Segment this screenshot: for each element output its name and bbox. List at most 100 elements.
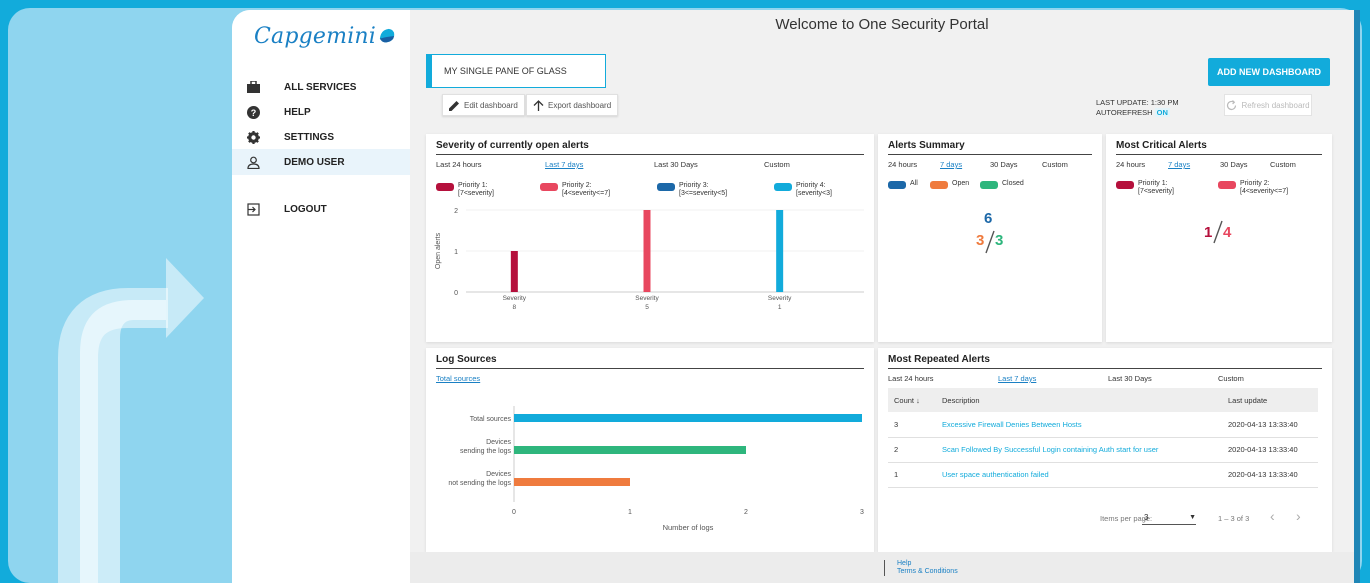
sidebar-item-all-services[interactable]: ALL SERVICES <box>232 74 410 100</box>
bar <box>776 210 784 292</box>
help-icon: ? <box>246 105 260 119</box>
column-label: Count <box>894 395 915 405</box>
cell-description[interactable]: Excessive Firewall Denies Between Hosts <box>936 412 1222 438</box>
filter-custom[interactable]: Custom <box>764 160 790 169</box>
critical-alerts-card: Most Critical Alerts 24 hours 7 days 30 … <box>1106 134 1332 342</box>
previous-page-icon[interactable]: ‹ <box>1270 508 1275 524</box>
next-page-icon[interactable]: › <box>1296 508 1301 524</box>
legend-label: All <box>910 180 918 187</box>
legend-swatch <box>980 181 998 189</box>
filter-last-7-days[interactable]: Last 7 days <box>545 160 583 169</box>
filter-24-hours[interactable]: 24 hours <box>888 160 917 169</box>
cell-description[interactable]: User space authentication failed <box>936 462 1222 488</box>
legend-priority-2[interactable]: Priority 2: [4<severity<=7] <box>1218 180 1288 196</box>
cell-last-update: 2020-04-13 13:33:40 <box>1222 462 1318 488</box>
sidebar-item-demo-user[interactable]: DEMO USER <box>232 149 410 175</box>
column-header-description[interactable]: Description <box>936 388 1222 412</box>
sidebar-item-settings[interactable]: SETTINGS <box>232 124 410 150</box>
cell-description[interactable]: Scan Followed By Successful Login contai… <box>936 437 1222 463</box>
sidebar-item-help[interactable]: ? HELP <box>232 99 410 125</box>
card-divider <box>1116 154 1322 155</box>
legend-swatch <box>930 181 948 189</box>
y-tick-label: 1 <box>454 249 458 256</box>
add-new-dashboard-button[interactable]: ADD NEW DASHBOARD <box>1208 58 1330 86</box>
legend-priority-1[interactable]: Priority 1: [7<severity] <box>436 182 494 198</box>
sidebar: Capgemini ALL SERVICES ? HELP SETTINGS D… <box>232 10 410 583</box>
main-content: Welcome to One Security Portal MY SINGLE… <box>410 10 1354 583</box>
all-alerts-count: 6 <box>984 210 993 227</box>
legend-closed[interactable]: Closed <box>980 180 1024 189</box>
autorefresh-toggle[interactable]: ON <box>1154 108 1170 117</box>
sidebar-item-logout[interactable]: LOGOUT <box>232 196 410 222</box>
column-header-last-update[interactable]: Last update <box>1222 388 1318 412</box>
filter-24-hours[interactable]: 24 hours <box>1116 160 1145 169</box>
x-tick-label: 3 <box>860 509 864 516</box>
filter-last-24-hours[interactable]: Last 24 hours <box>436 160 481 169</box>
dropdown-caret-icon: ▼ <box>1189 514 1196 521</box>
logo-text: Capgemini <box>254 24 377 49</box>
filter-custom[interactable]: Custom <box>1270 160 1296 169</box>
bar <box>514 478 630 486</box>
legend-open[interactable]: Open <box>930 180 969 189</box>
legend-label: Priority 2: <box>562 182 592 189</box>
legend-swatch <box>436 183 454 191</box>
filter-30-days[interactable]: 30 Days <box>1220 160 1248 169</box>
legend-priority-3[interactable]: Priority 3: [3<=severity<5] <box>657 182 727 198</box>
legend-priority-4[interactable]: Priority 4: [severity<3] <box>774 182 832 198</box>
table-row[interactable]: 1 User space authentication failed 2020-… <box>888 462 1318 488</box>
legend-range: [7<severity] <box>1138 188 1174 195</box>
briefcase-icon <box>246 80 260 94</box>
refresh-dashboard-button[interactable]: Refresh dashboard <box>1224 94 1312 116</box>
y-tick-label: 2 <box>454 208 458 215</box>
items-per-page-value: 3 <box>1144 513 1149 522</box>
bar <box>643 210 651 292</box>
capgemini-logo[interactable]: Capgemini <box>254 24 396 49</box>
refresh-icon <box>1227 99 1237 110</box>
x-tick-label: 0 <box>512 509 516 516</box>
legend-swatch <box>774 183 792 191</box>
legend-priority-1[interactable]: Priority 1: [7<severity] <box>1116 180 1174 196</box>
help-link[interactable]: Help <box>897 560 958 568</box>
cell-last-update: 2020-04-13 13:33:40 <box>1222 412 1318 438</box>
filter-7-days[interactable]: 7 days <box>940 160 962 169</box>
x-axis-label: Number of logs <box>663 523 714 532</box>
cell-count: 2 <box>888 437 936 463</box>
terms-link[interactable]: Terms & Conditions <box>897 568 958 576</box>
y-tick-label: Devices <box>486 439 511 446</box>
filter-7-days[interactable]: 7 days <box>1168 160 1190 169</box>
filter-last-30-days[interactable]: Last 30 Days <box>654 160 698 169</box>
alerts-summary-title: Alerts Summary <box>888 140 965 151</box>
legend-swatch <box>888 181 906 189</box>
column-header-count[interactable]: Count ↓ <box>888 388 936 412</box>
page-title: Welcome to One Security Portal <box>775 16 989 33</box>
card-divider <box>436 368 864 369</box>
export-dashboard-button[interactable]: Export dashboard <box>526 94 619 116</box>
critical-alerts-title: Most Critical Alerts <box>1116 140 1207 151</box>
legend-priority-2[interactable]: Priority 2: [4<severity<=7] <box>540 182 610 198</box>
table-row[interactable]: 2 Scan Followed By Successful Login cont… <box>888 437 1318 463</box>
spade-logo-icon <box>379 28 395 43</box>
priority-1-count: 1 <box>1204 224 1213 241</box>
edit-dashboard-button[interactable]: Edit dashboard <box>442 94 525 116</box>
filter-custom[interactable]: Custom <box>1042 160 1068 169</box>
bar <box>510 251 518 292</box>
x-tick-label: Severity <box>768 295 792 302</box>
severity-bar-chart: 0 1 2 Open alerts Severity 8 Severity 5 Severity… <box>435 208 864 311</box>
filter-last-30-days[interactable]: Last 30 Days <box>1108 374 1152 383</box>
items-per-page-select[interactable]: 3 ▼ <box>1142 511 1196 525</box>
last-update-text: LAST UPDATE: 1:30 PM <box>1096 98 1179 107</box>
sidebar-item-label: HELP <box>284 106 311 118</box>
table-row[interactable]: 3 Excessive Firewall Denies Between Host… <box>888 412 1318 438</box>
filter-last-7-days[interactable]: Last 7 days <box>998 374 1036 383</box>
severity-card: Severity of currently open alerts Last 2… <box>426 134 874 342</box>
legend-range: [4<severity<=7] <box>562 190 611 197</box>
filter-last-24-hours[interactable]: Last 24 hours <box>888 374 933 383</box>
log-sources-title: Log Sources <box>436 354 497 365</box>
filter-custom[interactable]: Custom <box>1218 374 1244 383</box>
legend-all[interactable]: All <box>888 180 918 189</box>
tab-total-sources[interactable]: Total sources <box>436 374 480 383</box>
priority-2-count: 4 <box>1223 224 1232 241</box>
dashboard-name-field[interactable]: MY SINGLE PANE OF GLASS <box>426 54 606 88</box>
legend-swatch <box>1116 181 1134 189</box>
filter-30-days[interactable]: 30 Days <box>990 160 1018 169</box>
